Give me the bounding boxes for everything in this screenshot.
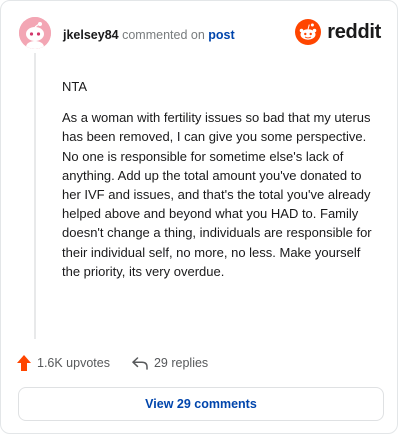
comment-header: jkelsey84 commented on post: [63, 28, 235, 42]
reply-count: 29 replies: [153, 356, 209, 370]
thread-line: [34, 53, 36, 339]
comment-paragraph: NTA: [62, 79, 88, 94]
comment-card: jkelsey84 commented on post reddit NTA A…: [0, 0, 398, 434]
reddit-wordmark: reddit: [327, 20, 381, 43]
view-comments-button[interactable]: View 29 comments: [18, 387, 384, 421]
commented-on-text: commented on: [122, 28, 205, 42]
comment-actions: 1.6K upvotes 29 replies: [17, 355, 208, 371]
snoo-avatar-icon: [19, 17, 51, 49]
post-link[interactable]: post: [208, 28, 234, 42]
upvote-count: 1.6K upvotes: [37, 356, 110, 370]
reply-arrow-icon: [132, 356, 148, 370]
upvote-arrow-icon: [17, 355, 31, 371]
username[interactable]: jkelsey84: [63, 28, 119, 42]
comment-paragraph: As a woman with fertility issues so bad …: [62, 110, 372, 279]
comment-body: NTA As a woman with fertility issues so …: [62, 77, 380, 293]
reddit-logo[interactable]: reddit: [295, 19, 381, 45]
upvote-button[interactable]: 1.6K upvotes: [17, 355, 110, 371]
avatar[interactable]: [19, 17, 51, 49]
reddit-snoo-icon: [295, 19, 322, 45]
replies-button[interactable]: 29 replies: [132, 356, 208, 370]
